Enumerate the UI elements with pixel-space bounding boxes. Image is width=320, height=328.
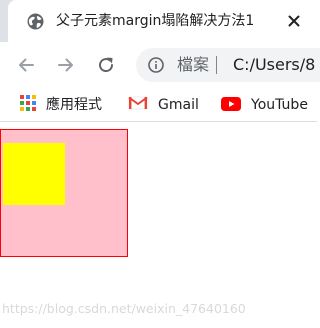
- browser-window: 父子元素margin塌陷解决方法1 檔案 C:/Users/8 應用程式 Gma…: [0, 0, 320, 328]
- forward-button[interactable]: [54, 53, 78, 77]
- apps-grid-icon: [20, 95, 36, 115]
- bookmarks-bar: 應用程式 Gmail YouTube: [0, 88, 317, 122]
- info-icon[interactable]: [148, 57, 164, 73]
- security-label: 檔案: [177, 55, 210, 74]
- toolbar: 檔案 C:/Users/8: [0, 42, 320, 88]
- parent-box: [0, 129, 128, 257]
- globe-icon: [27, 13, 44, 30]
- bookmark-label: 應用程式: [46, 97, 102, 113]
- arrow-right-icon: [58, 58, 73, 72]
- back-button[interactable]: [14, 53, 38, 77]
- url-text[interactable]: C:/Users/8: [233, 54, 315, 76]
- tab-title: 父子元素margin塌陷解决方法1: [56, 13, 255, 29]
- reload-button[interactable]: [94, 53, 118, 77]
- reload-icon: [99, 57, 114, 73]
- arrow-left-icon: [19, 58, 34, 72]
- bookmark-apps[interactable]: 應用程式: [20, 95, 102, 115]
- watermark: https://blog.csdn.net/weixin_47640160: [2, 301, 246, 316]
- address-separator: [216, 56, 217, 74]
- page-content: https://blog.csdn.net/weixin_47640160: [0, 122, 317, 328]
- bookmark-gmail[interactable]: Gmail: [128, 96, 199, 114]
- tab-active[interactable]: 父子元素margin塌陷解决方法1: [8, 0, 317, 42]
- bookmark-label: Gmail: [158, 97, 199, 113]
- close-icon[interactable]: [284, 11, 304, 31]
- gmail-icon: [128, 95, 148, 115]
- child-box: [3, 143, 65, 205]
- youtube-icon: [221, 96, 241, 115]
- tab-strip: 父子元素margin塌陷解决方法1: [0, 0, 317, 42]
- bookmark-youtube[interactable]: YouTube: [221, 96, 308, 114]
- bookmark-label: YouTube: [251, 97, 308, 113]
- address-bar[interactable]: 檔案 C:/Users/8: [136, 48, 320, 82]
